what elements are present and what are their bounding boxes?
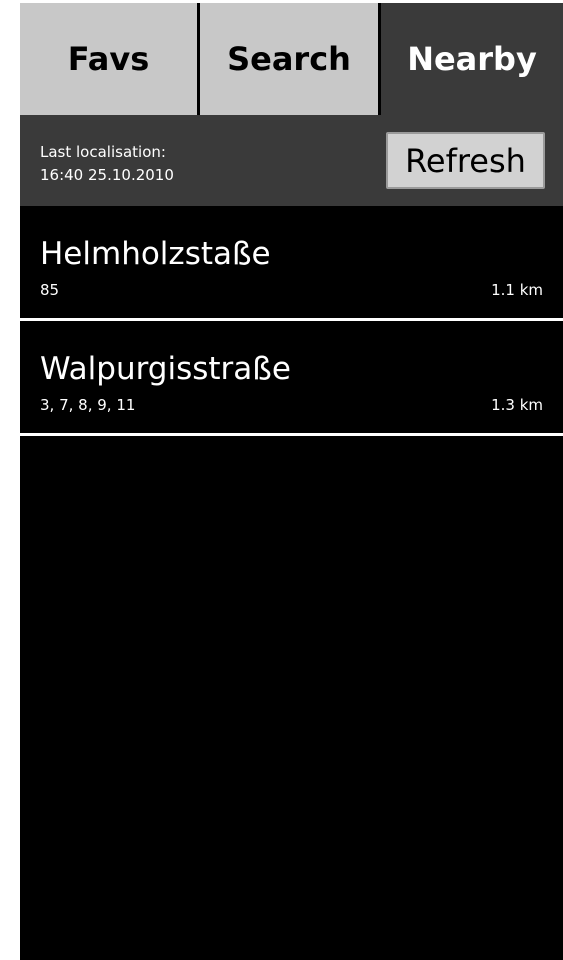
tab-favs[interactable]: Favs: [20, 3, 200, 115]
tab-favs-label: Favs: [67, 40, 150, 78]
stop-name: Helmholzstaße: [40, 236, 271, 272]
stop-lines: 3, 7, 8, 9, 11: [40, 396, 136, 414]
last-localisation-time: 16:40 25.10.2010: [40, 166, 174, 184]
tab-nearby[interactable]: Nearby: [381, 3, 563, 115]
stop-name: Walpurgisstraße: [40, 351, 291, 387]
stop-lines: 85: [40, 281, 60, 299]
list-item[interactable]: Helmholzstaße 85 1.1 km: [20, 206, 563, 321]
stop-distance: 1.1 km: [491, 281, 543, 299]
last-localisation-label: Last localisation:: [40, 143, 166, 161]
tab-search-label: Search: [227, 40, 351, 78]
localisation-bar: Last localisation: 16:40 25.10.2010 Refr…: [20, 115, 563, 206]
list-item[interactable]: Walpurgisstraße 3, 7, 8, 9, 11 1.3 km: [20, 321, 563, 436]
app-frame: Favs Search Nearby Last localisation: 16…: [20, 3, 563, 960]
nearby-stops-list: Helmholzstaße 85 1.1 km Walpurgisstraße …: [20, 206, 563, 436]
stop-distance: 1.3 km: [491, 396, 543, 414]
tab-search[interactable]: Search: [200, 3, 381, 115]
refresh-button[interactable]: Refresh: [386, 132, 545, 189]
tab-bar: Favs Search Nearby: [20, 3, 563, 115]
tab-nearby-label: Nearby: [407, 40, 537, 78]
